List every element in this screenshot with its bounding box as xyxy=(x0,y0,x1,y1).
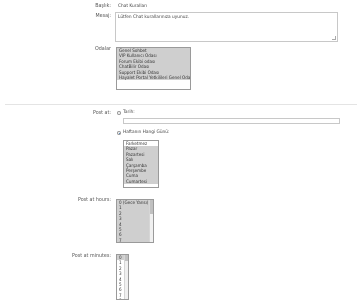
weekday-select[interactable]: Farketmez Pazar Pazartesi Salı Çarşamba Perşe… xyxy=(123,140,159,188)
date-input[interactable] xyxy=(123,118,340,124)
date-radio-label: Tarih: xyxy=(123,110,135,115)
weekday-radio-label: Haftanın Hangi Günü: xyxy=(123,130,170,135)
rooms-options: Genel Sohbet VIP Kullanıcı Odası Forum Eki… xyxy=(117,48,190,81)
subject-value[interactable]: Chat Kuralları xyxy=(118,4,147,9)
weekday-options: Farketmez Pazar Pazartesi Salı Çarşamba Perşe… xyxy=(124,141,158,185)
hours-scroll-thumb[interactable] xyxy=(150,200,153,214)
post-hours-label: Post at hours: xyxy=(77,198,111,203)
date-radio[interactable] xyxy=(117,111,121,115)
minutes-options: 012345678 xyxy=(117,255,124,299)
message-text: Lütfen Chat kurallarınıza uyunuz. xyxy=(118,15,190,20)
hour-option[interactable]: 7 xyxy=(117,237,149,242)
rooms-select[interactable]: Genel Sohbet VIP Kullanıcı Odası Forum Eki… xyxy=(116,47,191,90)
divider xyxy=(5,104,357,105)
post-minutes-label: Post at minutes: xyxy=(72,254,111,259)
minutes-scroll-thumb[interactable] xyxy=(125,255,128,261)
subject-label: Başlık: xyxy=(95,4,111,9)
hours-scrollbar[interactable] xyxy=(149,200,153,242)
room-option[interactable]: Hayalet Portal Yetkilileri Genel Oda xyxy=(117,75,190,81)
resize-handle-icon[interactable] xyxy=(332,36,336,40)
post-at-label: Post at: xyxy=(93,111,111,116)
minutes-select[interactable]: 012345678 xyxy=(116,254,129,300)
hours-select[interactable]: 0 (Gece Yarısı) 1 2 3 4 5 6 7 xyxy=(116,199,154,243)
rooms-label: Odalar xyxy=(94,47,111,52)
message-textarea[interactable]: Lütfen Chat kurallarınıza uyunuz. xyxy=(115,12,338,42)
weekday-radio[interactable] xyxy=(117,131,121,135)
message-label: Mesaj: xyxy=(95,14,111,19)
weekday-option[interactable]: Cumartesi xyxy=(124,178,158,185)
hours-options: 0 (Gece Yarısı) 1 2 3 4 5 6 7 xyxy=(117,200,149,242)
minutes-scrollbar[interactable] xyxy=(124,255,128,299)
